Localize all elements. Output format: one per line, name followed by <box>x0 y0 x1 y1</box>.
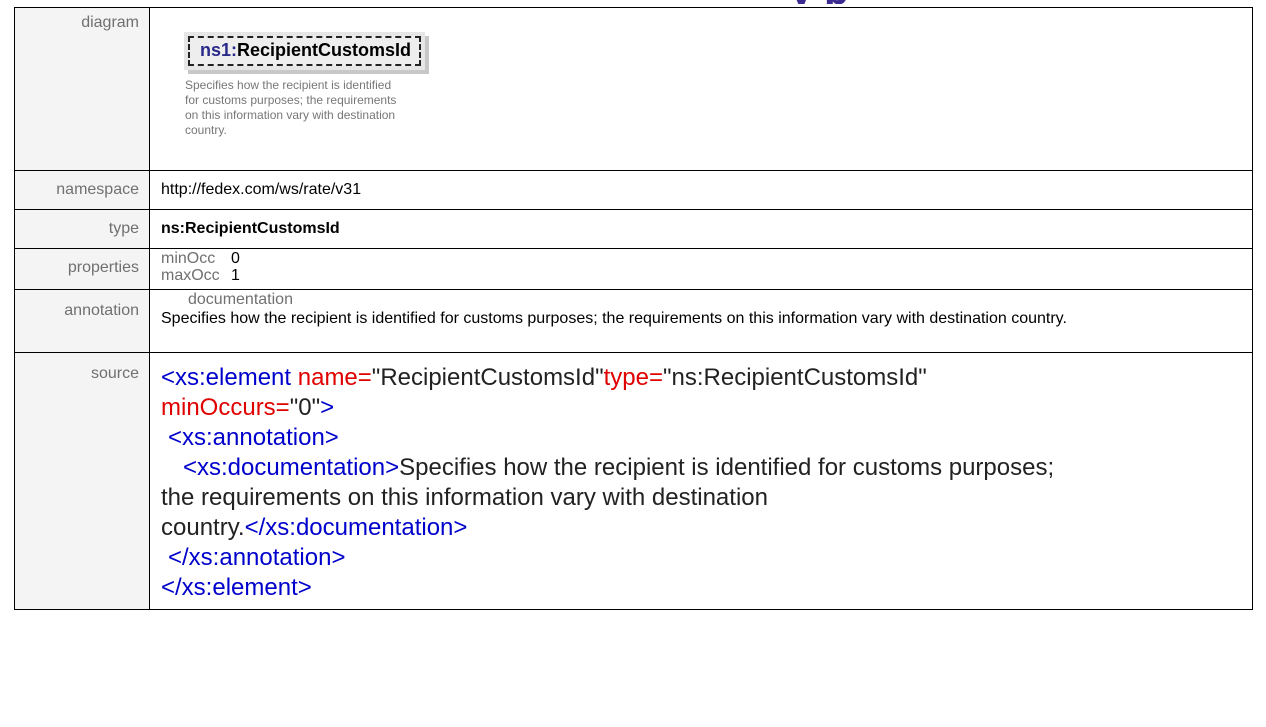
namespace-row: namespace http://fedex.com/ws/rate/v31 <box>14 170 1253 210</box>
row-label-type: type <box>14 209 150 249</box>
schema-element-table: diagram ns1:RecipientCustomsId Specifies… <box>14 7 1253 610</box>
source-line: </xs:element> <box>161 574 312 601</box>
properties-list: minOcc 0 maxOcc 1 <box>161 249 1252 284</box>
source-line: <xs:documentation>Specifies how the reci… <box>183 454 1055 481</box>
annotation-heading: documentation <box>188 291 293 308</box>
annotation-text: Specifies how the recipient is identifie… <box>161 310 1067 327</box>
property-key: maxOcc <box>161 267 220 284</box>
source-row: source <xs:element name="RecipientCustom… <box>14 352 1253 610</box>
diagram-row: diagram ns1:RecipientCustomsId Specifies… <box>14 7 1253 171</box>
source-line: the requirements on this information var… <box>161 484 768 511</box>
properties-row: properties minOcc 0 maxOcc 1 <box>14 248 1253 290</box>
type-row: type ns:RecipientCustomsId <box>14 209 1253 249</box>
element-diagram-box[interactable]: ns1:RecipientCustomsId <box>184 32 426 70</box>
source-line: country.</xs:documentation> <box>161 514 468 541</box>
row-label-diagram: diagram <box>14 7 150 171</box>
source-line: </xs:annotation> <box>168 544 346 571</box>
source-line: <xs:element name="RecipientCustomsId"typ… <box>161 364 927 391</box>
row-label-annotation: annotation <box>14 289 150 353</box>
source-xml: <xs:element name="RecipientCustomsId"typ… <box>161 353 1252 609</box>
properties-value: minOcc 0 maxOcc 1 <box>149 248 1253 290</box>
type-value[interactable]: ns:RecipientCustomsId <box>149 209 1253 249</box>
row-label-namespace: namespace <box>14 170 150 210</box>
source-line: <xs:annotation> <box>168 424 339 451</box>
annotation-row: annotation documentation Specifies how t… <box>14 289 1253 353</box>
element-diagram-prefix: ns1: <box>200 40 238 60</box>
element-diagram-name: ns1:RecipientCustomsId <box>188 36 422 66</box>
row-label-properties: properties <box>14 248 150 290</box>
property-value: 0 <box>231 250 240 267</box>
page-heading-fragment: y p <box>790 0 848 4</box>
diagram-documentation: Specifies how the recipient is identifie… <box>185 78 397 137</box>
element-diagram-label: RecipientCustomsId <box>237 40 412 60</box>
diagram-cell: ns1:RecipientCustomsId Specifies how the… <box>149 7 1253 171</box>
row-label-source: source <box>14 352 150 610</box>
namespace-value: http://fedex.com/ws/rate/v31 <box>149 170 1253 210</box>
source-code: <xs:element name="RecipientCustomsId"typ… <box>149 352 1253 610</box>
property-value: 1 <box>231 267 240 284</box>
property-key: minOcc <box>161 250 216 267</box>
annotation-value: documentation Specifies how the recipien… <box>149 289 1253 353</box>
source-line: minOccurs="0"> <box>161 394 335 421</box>
